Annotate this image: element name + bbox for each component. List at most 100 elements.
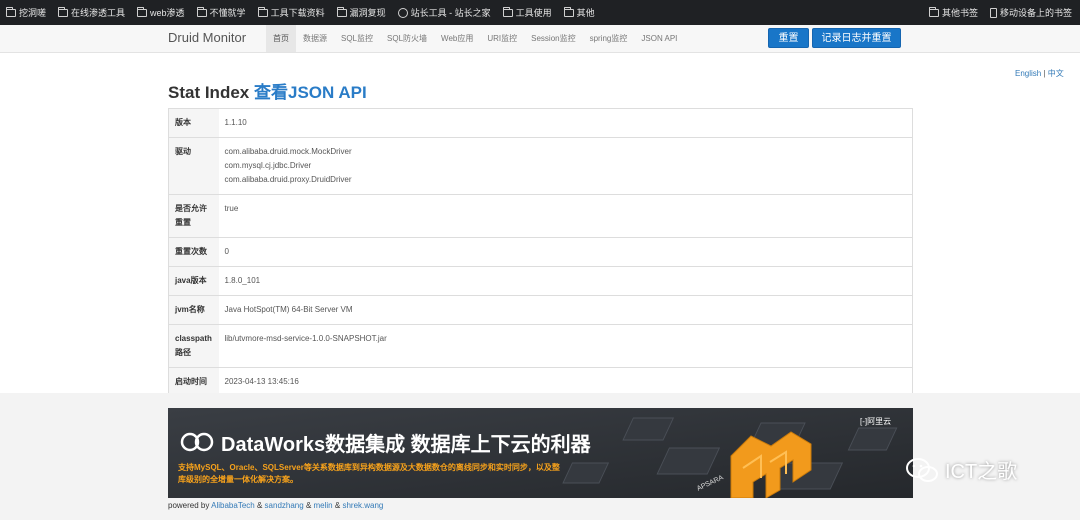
powered-by-prefix: powered by bbox=[168, 501, 210, 510]
table-row: java版本 1.8.0_101 bbox=[168, 266, 913, 296]
table-row: 驱动 com.alibaba.druid.mock.MockDriver com.m… bbox=[168, 137, 913, 195]
stat-value-line: com.mysql.cj.jdbc.Driver bbox=[224, 161, 312, 170]
stat-value-line: 1.8.0_101 bbox=[224, 276, 261, 285]
footer-separator: & bbox=[305, 501, 312, 510]
nav-item[interactable]: 首页 bbox=[266, 25, 296, 52]
bookmark-mobile[interactable]: 移动设备上的书签 bbox=[989, 6, 1072, 19]
stat-value: 1.8.0_101 bbox=[218, 266, 913, 296]
stat-key: 驱动 bbox=[168, 137, 219, 195]
footer-separator: & bbox=[334, 501, 341, 510]
lang-separator: | bbox=[1043, 69, 1046, 78]
watermark: ICT之歌 bbox=[905, 455, 1017, 484]
stat-value-line: 1.1.10 bbox=[224, 118, 247, 127]
stat-key: jvm名称 bbox=[168, 295, 219, 325]
stat-key: 重置次数 bbox=[168, 237, 219, 267]
nav-item[interactable]: Session监控 bbox=[524, 25, 582, 52]
table-row: jvm名称 Java HotSpot(TM) 64-Bit Server VM bbox=[168, 295, 913, 325]
bookmark-label: 工具使用 bbox=[515, 8, 552, 18]
bookmark-label: 其他 bbox=[576, 8, 595, 18]
bookmarks-bar: 挖洞嗟 在线渗透工具 web渗透 不懂就学 工具下载资料 漏洞复现 站长工具 - 站长之家 工… bbox=[0, 0, 1080, 25]
nav-item[interactable]: SQL监控 bbox=[334, 25, 380, 52]
footer-separator: & bbox=[256, 501, 263, 510]
bookmark-item[interactable]: 在线渗透工具 bbox=[58, 6, 125, 19]
stat-value: Java HotSpot(TM) 64-Bit Server VM bbox=[218, 295, 913, 325]
folder-icon bbox=[502, 6, 513, 17]
mobile-device-icon bbox=[989, 7, 997, 18]
bookmark-item[interactable]: web渗透 bbox=[137, 6, 185, 19]
stat-key: 是否允许重置 bbox=[168, 194, 219, 238]
stat-value: true bbox=[218, 194, 913, 238]
log-and-reset-button[interactable]: 记录日志并重置 bbox=[812, 28, 901, 48]
nav-item[interactable]: URI监控 bbox=[480, 25, 524, 52]
stat-value: 0 bbox=[218, 237, 913, 267]
folder-icon bbox=[137, 6, 148, 17]
bookmark-label: web渗透 bbox=[150, 8, 185, 18]
bookmark-label: 漏洞复现 bbox=[349, 8, 386, 18]
footer-link-alibabatech[interactable]: AlibabaTech bbox=[211, 501, 255, 510]
table-row: classpath路径 lib/utvmore-msd-service-1.0.0… bbox=[168, 324, 913, 368]
dataworks-logo-icon bbox=[180, 432, 214, 452]
reset-button[interactable]: 重置 bbox=[768, 28, 809, 48]
bookmark-other[interactable]: 其他书签 bbox=[928, 6, 978, 19]
globe-icon bbox=[397, 7, 408, 18]
footer-link-sandzhang[interactable]: sandzhang bbox=[265, 501, 304, 510]
watermark-text: ICT之歌 bbox=[945, 461, 1018, 483]
nav-item[interactable]: JSON API bbox=[634, 25, 684, 52]
footer-link-melin[interactable]: melin bbox=[314, 501, 333, 510]
stat-value-line: com.alibaba.druid.proxy.DruidDriver bbox=[224, 175, 352, 184]
table-row: 是否允许重置 true bbox=[168, 194, 913, 238]
page-title-text: Stat Index bbox=[168, 83, 250, 102]
table-row: 重置次数 0 bbox=[168, 237, 913, 267]
folder-icon bbox=[6, 6, 16, 17]
footer-link-shrek-wang[interactable]: shrek.wang bbox=[342, 501, 383, 510]
json-api-link[interactable]: 查看JSON API bbox=[254, 83, 367, 102]
bookmark-item[interactable]: 站长工具 - 站长之家 bbox=[397, 6, 491, 19]
stat-value: 1.1.10 bbox=[219, 109, 913, 138]
brand[interactable]: Druid Monitor bbox=[168, 30, 246, 45]
folder-icon bbox=[257, 6, 268, 17]
wechat-icon bbox=[906, 457, 938, 482]
bookmark-label: 挖洞嗟 bbox=[19, 8, 47, 18]
banner-desc-line1: 支持MySQL、Oracle、SQLServer等关系数据库到异构数据源及大数据… bbox=[178, 463, 560, 472]
stat-value-line: 0 bbox=[224, 247, 229, 256]
folder-icon bbox=[563, 6, 574, 17]
language-switch: English | 中文 bbox=[1015, 68, 1064, 79]
stat-value-line: true bbox=[224, 204, 239, 213]
stat-value: lib/utvmore-msd-service-1.0.0-SNAPSHOT.j… bbox=[218, 324, 913, 368]
bookmark-label: 工具下载资料 bbox=[270, 8, 325, 18]
stat-value-line: lib/utvmore-msd-service-1.0.0-SNAPSHOT.j… bbox=[224, 334, 387, 343]
page-title: Stat Index 查看JSON API bbox=[168, 78, 367, 103]
bookmark-item[interactable]: 漏洞复现 bbox=[336, 6, 386, 19]
bookmark-item[interactable]: 工具使用 bbox=[502, 6, 552, 19]
stat-key: 版本 bbox=[168, 108, 219, 138]
dataworks-banner[interactable]: DataWorks数据集成 数据库上下云的利器 支持MySQL、Oracle、S… bbox=[168, 408, 913, 498]
folder-icon bbox=[928, 6, 939, 17]
stat-table: 版本 1.1.10 驱动 com.alibaba.druid.mock.MockDri… bbox=[168, 108, 913, 397]
folder-icon bbox=[336, 6, 347, 17]
bookmark-label: 在线渗透工具 bbox=[71, 8, 126, 18]
powered-by: powered by AlibabaTech & sandzhang & mel… bbox=[168, 501, 383, 510]
stat-value-line: com.alibaba.druid.mock.MockDriver bbox=[224, 147, 352, 156]
banner-desc-line2: 库级别的全增量一体化解决方案。 bbox=[178, 475, 298, 484]
stat-value-line: 2023-04-13 13:45:16 bbox=[224, 377, 299, 386]
bookmark-label: 站长工具 - 站长之家 bbox=[410, 8, 491, 18]
bookmark-item[interactable]: 工具下载资料 bbox=[257, 6, 325, 19]
nav-item[interactable]: SQL防火墙 bbox=[380, 25, 434, 52]
stat-key: java版本 bbox=[168, 266, 219, 296]
lang-chinese-link[interactable]: 中文 bbox=[1048, 69, 1064, 78]
table-row: 版本 1.1.10 bbox=[168, 108, 913, 138]
bookmark-item[interactable]: 挖洞嗟 bbox=[6, 6, 46, 19]
bookmark-item[interactable]: 其他 bbox=[563, 6, 595, 19]
stat-value: com.alibaba.druid.mock.MockDriver com.mys… bbox=[218, 137, 913, 195]
nav-item[interactable]: spring监控 bbox=[583, 25, 635, 52]
banner-title: DataWorks数据集成 数据库上下云的利器 bbox=[221, 434, 591, 456]
nav-item[interactable]: 数据源 bbox=[296, 25, 334, 52]
lang-english-link[interactable]: English bbox=[1015, 69, 1041, 78]
aliyun-logo: [-]阿里云 bbox=[860, 417, 892, 426]
stat-key: classpath路径 bbox=[168, 324, 219, 368]
nav-item[interactable]: Web应用 bbox=[434, 25, 480, 52]
top-navbar: Druid Monitor 首页 数据源 SQL监控 SQL防火墙 Web应用 URI监控… bbox=[0, 25, 1080, 53]
folder-icon bbox=[196, 6, 207, 17]
bookmark-label: 不懂就学 bbox=[209, 8, 246, 18]
bookmark-item[interactable]: 不懂就学 bbox=[196, 6, 246, 19]
